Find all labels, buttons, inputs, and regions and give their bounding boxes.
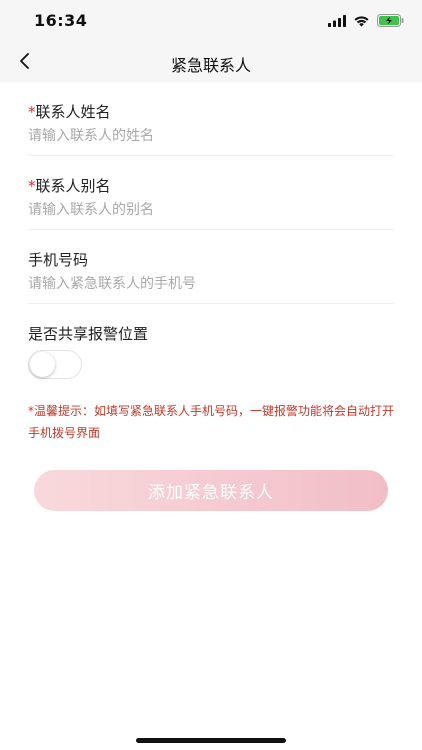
phone-label: 手机号码	[28, 251, 89, 269]
contact-name-field: *联系人姓名	[28, 82, 394, 156]
signal-icon	[328, 12, 346, 31]
contact-alias-field: *联系人别名	[28, 156, 394, 230]
phone-input[interactable]	[28, 276, 394, 292]
share-location-toggle[interactable]	[28, 350, 82, 379]
warm-hint-text: *温馨提示：如填写紧急联系人手机号码，一键报警功能将会自动打开手机拨号界面	[28, 404, 395, 440]
add-emergency-contact-button[interactable]: 添加紧急联系人	[34, 470, 388, 511]
contact-name-label-text: 联系人姓名	[35, 103, 111, 121]
contact-name-label: *联系人姓名	[28, 101, 111, 122]
phone-field: 手机号码	[28, 230, 394, 304]
wifi-icon	[353, 12, 370, 31]
page-title: 紧急联系人	[170, 56, 251, 75]
required-mark: *	[28, 103, 36, 121]
share-location-section: 是否共享报警位置	[28, 304, 394, 386]
contact-alias-label: *联系人别名	[28, 175, 111, 196]
home-indicator	[136, 738, 286, 743]
battery-charging-icon	[377, 12, 404, 31]
required-mark: *	[28, 177, 36, 195]
contact-alias-label-text: 联系人别名	[35, 177, 111, 195]
status-bar: 16:34	[0, 0, 422, 44]
contact-alias-input[interactable]	[28, 202, 394, 218]
nav-bar: 紧急联系人	[0, 44, 422, 82]
status-icons	[328, 13, 404, 29]
status-time: 16:34	[34, 11, 88, 30]
toggle-knob	[30, 352, 55, 377]
contact-name-input[interactable]	[28, 128, 394, 144]
share-location-label: 是否共享报警位置	[28, 325, 149, 343]
contact-form: *联系人姓名 *联系人别名 手机号码 是否共享报警位置	[0, 82, 422, 386]
